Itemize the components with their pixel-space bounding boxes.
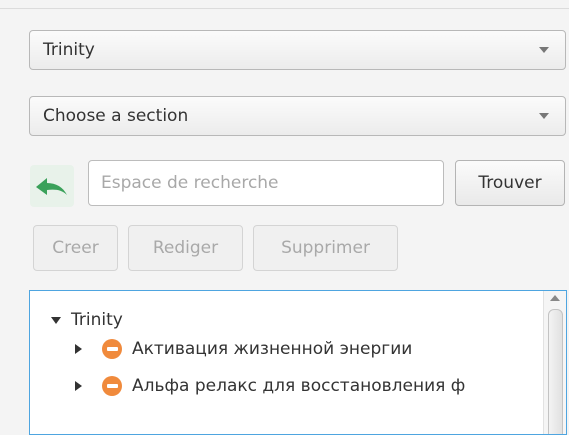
tree-root-node[interactable]: Trinity [51, 304, 123, 336]
expanded-arrow-icon[interactable] [51, 316, 61, 324]
chevron-down-icon [539, 47, 549, 53]
tree-item[interactable]: Активация жизненной энергии [75, 333, 412, 365]
scroll-up-icon[interactable] [550, 295, 560, 301]
find-button[interactable]: Trouver [455, 160, 565, 206]
delete-button[interactable]: Supprimer [253, 225, 398, 271]
orange-stop-icon [102, 376, 122, 396]
edit-button[interactable]: Rediger [128, 225, 243, 271]
tree-item[interactable]: Альфа релакс для восстановления ф [75, 370, 465, 402]
back-arrow-icon [30, 165, 74, 207]
section-combobox[interactable]: Choose a section [29, 96, 566, 136]
tree-item-label: Активация жизненной энергии [132, 339, 413, 359]
top-divider [0, 0, 569, 9]
back-button[interactable] [30, 165, 74, 207]
scrollbar-thumb[interactable] [548, 309, 563, 434]
create-button[interactable]: Creer [33, 225, 118, 271]
project-combobox[interactable]: Trinity [29, 30, 566, 70]
orange-stop-icon [102, 339, 122, 359]
section-combobox-value: Choose a section [43, 106, 189, 126]
search-input[interactable] [88, 160, 444, 206]
vertical-scrollbar[interactable] [543, 291, 566, 434]
tree-item-label: Альфа релакс для восстановления ф [132, 376, 466, 396]
collapsed-arrow-icon[interactable] [75, 344, 82, 354]
collapsed-arrow-icon[interactable] [75, 381, 82, 391]
chevron-down-icon [539, 113, 549, 119]
tree-root-label: Trinity [71, 310, 123, 330]
section-tree[interactable]: Trinity Активация жизненной энергии Альф… [29, 290, 567, 435]
project-combobox-value: Trinity [43, 40, 95, 60]
